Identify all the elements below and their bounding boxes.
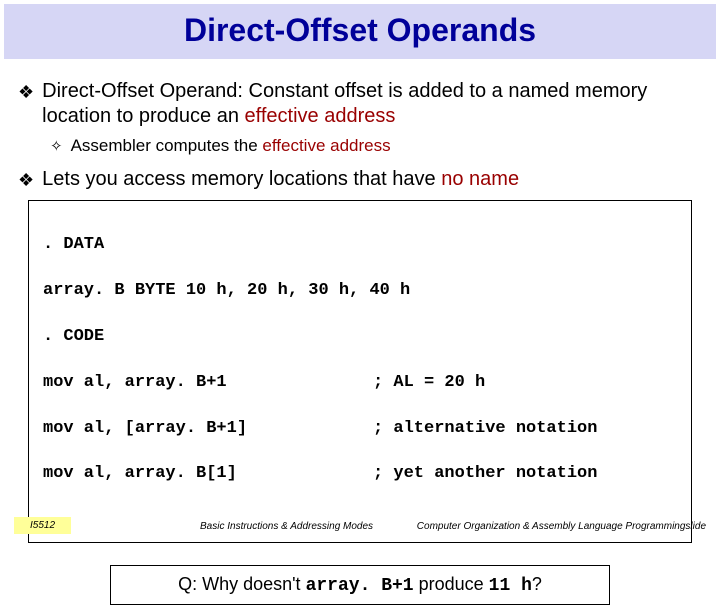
code-line: . DATA <box>43 234 677 257</box>
slide-title: Direct-Offset Operands <box>4 12 716 49</box>
footer-right: Computer Organization & Assembly Languag… <box>417 521 706 532</box>
question-box: Q: Why doesn't array. B+1 produce 11 h? <box>110 565 610 605</box>
footer-center: Basic Instructions & Addressing Modes <box>200 521 373 532</box>
bullet-text: Assembler computes the effective address <box>71 135 391 157</box>
code-comment: ; alternative notation <box>373 418 597 441</box>
code-instruction: mov al, array. B+1 <box>43 372 373 395</box>
bullet-level2: ✧ Assembler computes the effective addre… <box>50 135 702 157</box>
code-comment: ; AL = 20 h <box>373 372 485 395</box>
text-highlight: effective address <box>245 105 396 127</box>
bullet-text: Lets you access memory locations that ha… <box>42 167 519 192</box>
code-line: . CODE <box>43 326 677 349</box>
code-instruction: mov al, array. B[1] <box>43 463 373 486</box>
footer-left: I5512 <box>14 517 71 534</box>
code-line: mov al, array. B+1; AL = 20 h <box>43 372 677 395</box>
code-comment: ; yet another notation <box>373 463 597 486</box>
code-line: array. B BYTE 10 h, 20 h, 30 h, 40 h <box>43 280 677 303</box>
title-band: Direct-Offset Operands <box>4 4 716 59</box>
bullet-level1: ❖ Direct-Offset Operand: Constant offset… <box>18 79 702 129</box>
text-fragment: produce <box>414 574 489 594</box>
diamond-outline-icon: ✧ <box>50 137 63 157</box>
code-inline: 11 h <box>489 576 532 596</box>
text-fragment: Lets you access memory locations that ha… <box>42 168 441 190</box>
diamond-icon: ❖ <box>18 169 34 192</box>
text-fragment: Q: Why doesn't <box>178 574 306 594</box>
text-highlight: no name <box>441 168 519 190</box>
code-line: mov al, array. B[1]; yet another notatio… <box>43 463 677 486</box>
bullet-text: Direct-Offset Operand: Constant offset i… <box>42 79 702 129</box>
text-fragment: Assembler computes the <box>71 136 263 155</box>
code-line: mov al, [array. B+1]; alternative notati… <box>43 418 677 441</box>
text-highlight: effective address <box>262 136 390 155</box>
bullet-level1: ❖ Lets you access memory locations that … <box>18 167 702 192</box>
code-box: . DATA array. B BYTE 10 h, 20 h, 30 h, 4… <box>28 200 692 543</box>
text-fragment: ? <box>532 574 542 594</box>
diamond-icon: ❖ <box>18 81 34 129</box>
code-instruction: mov al, [array. B+1] <box>43 418 373 441</box>
code-inline: array. B+1 <box>306 576 414 596</box>
